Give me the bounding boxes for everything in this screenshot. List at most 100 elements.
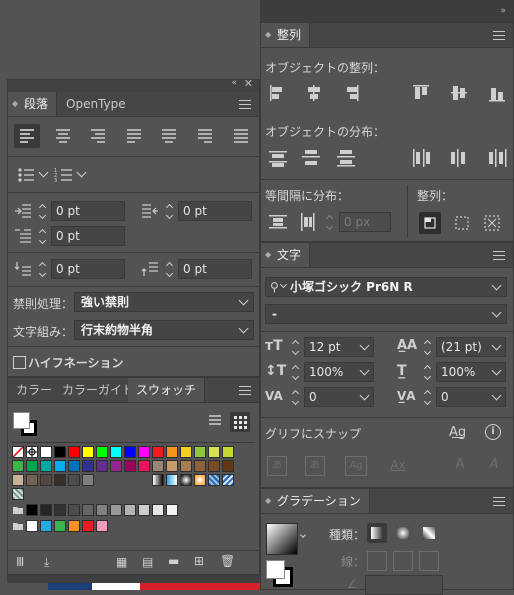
color-swatch[interactable] [82,474,94,486]
group-color-swatch[interactable] [40,520,52,532]
vertical-distribute-space-icon[interactable] [269,213,287,231]
color-swatch[interactable] [96,446,108,458]
snap-x-height-icon[interactable]: Ag [345,456,367,476]
freeform-gradient-button[interactable] [419,523,439,543]
stroke-gradient-along-icon[interactable] [393,551,413,571]
color-swatch[interactable] [152,460,164,472]
chevron-down-icon[interactable] [300,532,306,538]
group-color-swatch[interactable] [68,520,80,532]
panel-menu-icon[interactable] [239,100,251,110]
justify-center-button[interactable] [156,124,182,148]
linear-gradient-button[interactable] [367,523,387,543]
color-swatch[interactable] [82,446,94,458]
color-swatch[interactable] [110,460,122,472]
snap-anchor-icon[interactable]: A [485,456,503,474]
align-left-button[interactable] [14,124,40,148]
space-before-stepper[interactable] [38,261,48,279]
group-color-swatch[interactable] [82,520,94,532]
gray-swatch[interactable] [110,504,122,516]
hyphenation-checkbox[interactable] [13,356,26,369]
pattern-swatch[interactable] [208,474,220,486]
collapse-icon[interactable]: « [231,78,237,88]
color-swatch[interactable] [138,446,150,458]
color-swatch[interactable] [110,446,122,458]
collapse-icon[interactable]: » [500,6,506,16]
color-swatch[interactable] [82,460,94,472]
align-to-artboard-button[interactable] [481,212,503,234]
color-swatch[interactable] [166,446,178,458]
color-swatch[interactable] [124,460,136,472]
angle-input[interactable] [365,575,443,595]
color-swatch[interactable] [180,460,192,472]
snap-baseline-icon[interactable]: あ [267,456,287,476]
leading-input[interactable]: (21 pt) [436,337,506,357]
color-swatch[interactable] [138,460,150,472]
vertical-scale-stepper[interactable] [291,364,301,382]
horizontal-scale-input[interactable]: 100% [436,362,506,382]
align-objects-icons[interactable] [269,83,507,103]
tracking-stepper[interactable] [423,389,433,407]
color-swatch[interactable] [222,460,234,472]
color-swatch[interactable] [68,460,80,472]
gradient-swatch[interactable] [194,474,206,486]
stroke-gradient-within-icon[interactable] [367,551,387,571]
color-swatch[interactable] [208,460,220,472]
swatch-options-icon[interactable]: ▤ [142,555,153,569]
new-group-icon[interactable]: ▬ [168,554,179,568]
justify-all-button[interactable] [228,124,254,148]
place-swatch-icon[interactable]: ⤓ [44,555,49,570]
snap-proximity-icon[interactable]: あ [305,456,325,476]
tab-align[interactable]: ◆ 整列 [261,23,311,47]
leading-stepper[interactable] [423,339,433,357]
gray-swatch[interactable] [166,504,178,516]
space-after-stepper[interactable] [165,261,175,279]
gray-swatch[interactable] [152,504,164,516]
list-view-icon[interactable] [206,412,224,430]
align-to-selection-button[interactable] [451,212,473,234]
align-center-button[interactable] [50,124,76,148]
color-swatch[interactable] [124,446,136,458]
gradient-fill-box[interactable] [266,560,285,579]
color-swatch[interactable] [208,446,220,458]
group-color-swatch[interactable] [26,520,38,532]
color-swatch[interactable] [194,460,206,472]
distribute-objects-icons[interactable] [269,148,507,168]
folder-icon[interactable] [12,520,24,532]
font-size-stepper[interactable] [291,339,301,357]
kinsoku-select[interactable]: 強い禁則 [74,292,254,312]
mojikumi-select[interactable]: 行末約物半角 [74,320,254,340]
radial-gradient-button[interactable] [393,523,413,543]
spacing-input[interactable]: 0 px [339,212,391,232]
search-icon[interactable]: ⚲ [270,278,279,296]
gray-swatch[interactable] [26,504,38,516]
font-style-select[interactable]: - [265,304,507,324]
gray-swatch[interactable] [124,504,136,516]
folder-icon[interactable] [12,504,24,516]
justify-left-button[interactable] [121,124,147,148]
fill-box[interactable] [13,412,30,429]
justify-right-button[interactable] [192,124,218,148]
first-line-indent-stepper[interactable] [38,228,48,246]
horizontal-scale-stepper[interactable] [423,364,433,382]
pattern-swatch[interactable] [222,474,234,486]
color-swatch[interactable] [26,460,38,472]
tracking-input[interactable]: 0 [436,387,506,407]
gray-swatch[interactable] [96,504,108,516]
color-swatch[interactable] [40,446,52,458]
gray-swatch[interactable] [54,504,66,516]
tab-paragraph[interactable]: ◆ 段落 [8,92,58,116]
color-swatch[interactable] [68,474,80,486]
color-swatch[interactable] [12,460,24,472]
right-indent-input[interactable]: 0 pt [178,201,252,221]
color-swatch[interactable] [194,446,206,458]
info-icon[interactable]: i [485,424,501,440]
gray-swatch[interactable] [68,504,80,516]
space-before-input[interactable]: 0 pt [51,259,125,279]
color-swatch[interactable] [180,446,192,458]
color-swatch[interactable] [54,460,66,472]
panel-menu-icon[interactable] [493,251,505,261]
grid-view-icon[interactable] [230,412,250,432]
bullet-list-button[interactable] [16,166,50,184]
tab-swatches[interactable]: スウォッチ [128,378,206,402]
gray-swatch[interactable] [82,504,94,516]
